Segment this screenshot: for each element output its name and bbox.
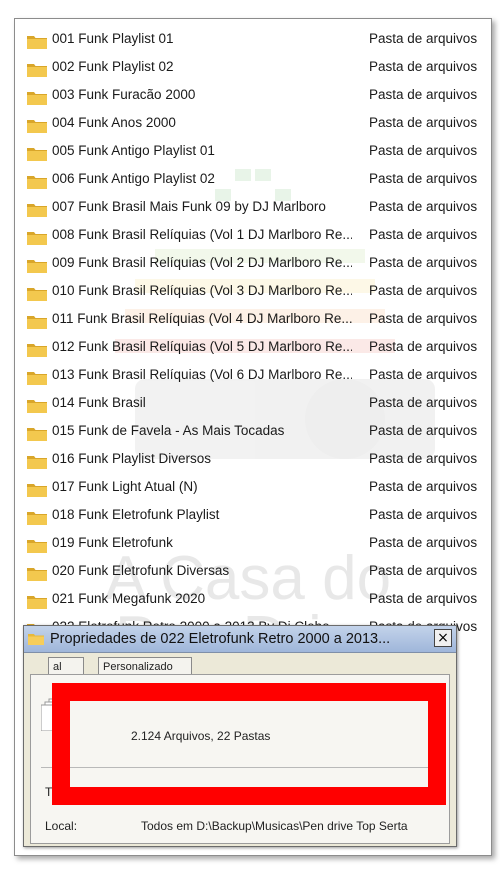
folder-type: Pasta de arquivos [369,535,478,550]
folder-row[interactable]: 001 Funk Playlist 01 Pasta de arquivos [15,25,491,53]
folder-icon [27,592,47,609]
folder-name: 002 Funk Playlist 02 [52,59,174,74]
folder-row[interactable]: 011 Funk Brasil Relíquias (Vol 4 DJ Marl… [15,305,491,333]
folder-name: 017 Funk Light Atual (N) [52,479,198,494]
folder-name: 021 Funk Megafunk 2020 [52,591,206,606]
folder-row[interactable]: 015 Funk de Favela - As Mais Tocadas Past… [15,417,491,445]
folder-type: Pasta de arquivos [369,423,478,438]
folder-name: 008 Funk Brasil Relíquias (Vol 1 DJ Marl… [52,227,352,242]
folder-name: 006 Funk Antigo Playlist 02 [52,171,215,186]
folder-icon [27,340,47,357]
folder-type: Pasta de arquivos [369,283,478,298]
folder-name: 003 Funk Furacão 2000 [52,87,196,102]
folder-icon [28,634,44,645]
location-value: Todos em D:\Backup\Musicas\Pen drive Top… [141,819,408,833]
folder-type: Pasta de arquivos [369,59,478,74]
folder-type: Pasta de arquivos [369,591,478,606]
folder-row[interactable]: 018 Funk Eletrofunk Playlist Pasta de arq… [15,501,491,529]
folder-icon [27,200,47,217]
folder-row[interactable]: 013 Funk Brasil Relíquias (Vol 6 DJ Marl… [15,361,491,389]
folder-icon [27,172,47,189]
dialog-title: Propriedades de 022 Eletrofunk Retro 200… [50,631,391,647]
red-highlight-box [52,683,446,805]
folder-list: 001 Funk Playlist 01 Pasta de arquivos 002… [15,25,491,641]
folder-name: 013 Funk Brasil Relíquias (Vol 6 DJ Marl… [52,367,352,382]
folder-name: 007 Funk Brasil Mais Funk 09 by DJ Marlb… [52,199,326,214]
folder-icon [27,396,47,413]
folder-icon [27,452,47,469]
folder-name: 009 Funk Brasil Relíquias (Vol 2 DJ Marl… [52,255,352,270]
folder-row[interactable]: 014 Funk Brasil Pasta de arquivos [15,389,491,417]
folder-type: Pasta de arquivos [369,31,478,46]
folder-type: Pasta de arquivos [369,255,478,270]
folder-type: Pasta de arquivos [369,395,478,410]
folder-row[interactable]: 012 Funk Brasil Relíquias (Vol 5 DJ Marl… [15,333,491,361]
folder-type: Pasta de arquivos [369,479,478,494]
folder-row[interactable]: 020 Funk Eletrofunk Diversas Pasta de arq… [15,557,491,585]
folder-icon [27,228,47,245]
folder-icon [27,508,47,525]
folder-icon [27,32,47,49]
folder-row[interactable]: 021 Funk Megafunk 2020 Pasta de arquivos [15,585,491,613]
folder-type: Pasta de arquivos [369,199,478,214]
folder-row[interactable]: 002 Funk Playlist 02 Pasta de arquivos [15,53,491,81]
folder-name: 004 Funk Anos 2000 [52,115,176,130]
folder-type: Pasta de arquivos [369,367,478,382]
folder-type: Pasta de arquivos [369,451,478,466]
folder-icon [27,424,47,441]
folder-icon [27,312,47,329]
folder-type: Pasta de arquivos [369,87,478,102]
folder-name: 010 Funk Brasil Relíquias (Vol 3 DJ Marl… [52,283,352,298]
folder-type: Pasta de arquivos [369,563,478,578]
folder-row[interactable]: 016 Funk Playlist Diversos Pasta de arqui… [15,445,491,473]
folder-row[interactable]: 007 Funk Brasil Mais Funk 09 by DJ Marlb… [15,193,491,221]
folder-icon [27,88,47,105]
location-label: Local: [45,819,78,833]
folder-row[interactable]: 019 Funk Eletrofunk Pasta de arquivos [15,529,491,557]
folder-name: 005 Funk Antigo Playlist 01 [52,143,215,158]
folder-type: Pasta de arquivos [369,171,478,186]
dialog-tabs: al Personalizado [24,653,456,676]
folder-icon [27,368,47,385]
folder-icon [27,480,47,497]
folder-row[interactable]: 008 Funk Brasil Relíquias (Vol 1 DJ Marl… [15,221,491,249]
folder-icon [27,536,47,553]
folder-icon [27,60,47,77]
folder-name: 001 Funk Playlist 01 [52,31,174,46]
folder-row[interactable]: 009 Funk Brasil Relíquias (Vol 2 DJ Marl… [15,249,491,277]
folder-icon [27,256,47,273]
folder-type: Pasta de arquivos [369,227,478,242]
folder-name: 019 Funk Eletrofunk [52,535,173,550]
folder-row[interactable]: 010 Funk Brasil Relíquias (Vol 3 DJ Marl… [15,277,491,305]
folder-name: 014 Funk Brasil [52,395,146,410]
folder-name: 012 Funk Brasil Relíquias (Vol 5 DJ Marl… [52,339,352,354]
folder-row[interactable]: 017 Funk Light Atual (N) Pasta de arquivo… [15,473,491,501]
folder-icon [27,284,47,301]
close-button[interactable]: × [434,629,452,647]
folder-type: Pasta de arquivos [369,311,478,326]
folder-type: Pasta de arquivos [369,115,478,130]
folder-name: 016 Funk Playlist Diversos [52,451,212,466]
folder-name: 018 Funk Eletrofunk Playlist [52,507,220,522]
folder-type: Pasta de arquivos [369,507,478,522]
folder-name: 020 Funk Eletrofunk Diversas [52,563,230,578]
folder-type: Pasta de arquivos [369,339,478,354]
folder-icon [27,564,47,581]
folder-row[interactable]: 004 Funk Anos 2000 Pasta de arquivos [15,109,491,137]
folder-icon [27,144,47,161]
folder-type: Pasta de arquivos [369,143,478,158]
folder-icon [27,116,47,133]
folder-name: 011 Funk Brasil Relíquias (Vol 4 DJ Marl… [52,311,352,326]
folder-row[interactable]: 006 Funk Antigo Playlist 02 Pasta de arqu… [15,165,491,193]
folder-row[interactable]: 005 Funk Antigo Playlist 01 Pasta de arqu… [15,137,491,165]
folder-row[interactable]: 003 Funk Furacão 2000 Pasta de arquivos [15,81,491,109]
dialog-titlebar[interactable]: Propriedades de 022 Eletrofunk Retro 200… [24,626,456,653]
folder-name: 015 Funk de Favela - As Mais Tocadas [52,423,285,438]
